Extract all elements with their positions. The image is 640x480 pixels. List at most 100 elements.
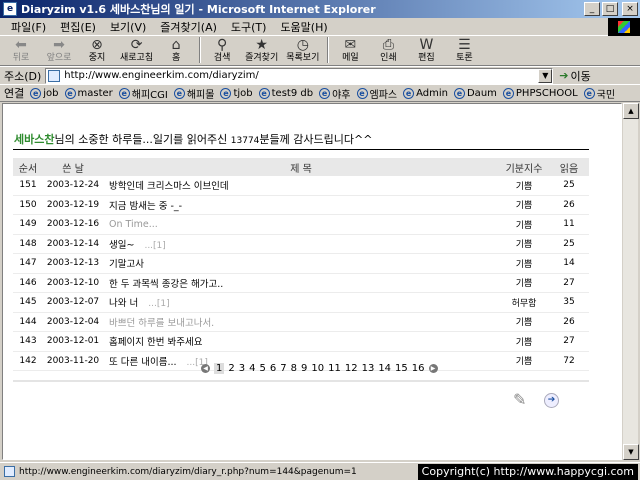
page-link[interactable]: 14 xyxy=(378,363,391,374)
window-titlebar[interactable]: e Diaryzim v1.6 세바스찬님의 일기 - Microsoft In… xyxy=(0,0,640,18)
next-page-icon[interactable]: ▶ xyxy=(428,364,438,373)
row-title-link[interactable]: 바쁘던 하루를 보내고나서. xyxy=(103,315,499,329)
row-read: 14 xyxy=(563,258,575,269)
refresh-button[interactable]: ⟳ 새로고침 xyxy=(120,37,153,64)
table-row[interactable]: 149 2003-12-16 On Time... 기쁨 11 xyxy=(13,215,589,235)
row-date: 2003-12-01 xyxy=(46,336,100,347)
row-date: 2003-12-14 xyxy=(46,238,100,249)
table-row[interactable]: 144 2003-12-04 바쁘던 하루를 보내고나서. 기쁨 26 xyxy=(13,313,589,332)
row-title-link[interactable]: On Time... xyxy=(103,219,499,230)
search-button[interactable]: ⚲ 검색 xyxy=(207,37,237,64)
link-item[interactable]: e test9 db xyxy=(258,87,313,99)
scroll-up-button[interactable]: ▲ xyxy=(623,103,639,119)
row-title-link[interactable]: 한 두 과목씩 종강은 해가고.. xyxy=(103,276,499,290)
row-title-link[interactable]: 홈페이지 한번 봐주세요 xyxy=(103,334,499,348)
edit-label: 편집 xyxy=(418,53,435,63)
table-row[interactable]: 143 2003-12-01 홈페이지 한번 봐주세요 기쁨 27 xyxy=(13,332,589,352)
ie-page-icon: e xyxy=(319,87,331,99)
page-icon xyxy=(4,466,15,477)
edit-button[interactable]: W 편집 xyxy=(411,37,441,64)
menu-favorites[interactable]: 즐겨찾기(A) xyxy=(153,19,224,35)
stop-label: 중지 xyxy=(88,53,106,63)
row-mood: 기쁨 xyxy=(515,259,533,270)
page-link[interactable]: 4 xyxy=(249,363,255,374)
write-pencil-icon[interactable]: ✎ xyxy=(513,390,529,410)
close-button[interactable]: × xyxy=(622,2,638,16)
search-icon: ⚲ xyxy=(216,37,228,53)
table-row[interactable]: 147 2003-12-13 기말고사 기쁨 14 xyxy=(13,254,589,274)
row-read: 27 xyxy=(563,336,575,347)
page-link[interactable]: 12 xyxy=(345,363,358,374)
favorites-button[interactable]: ★ 즐겨찾기 xyxy=(245,37,278,64)
table-row[interactable]: 150 2003-12-19 지금 밤새는 중 -_- 기쁨 26 xyxy=(13,196,589,215)
link-label: 국민 xyxy=(596,89,616,101)
go-button[interactable]: ➔ 이동 xyxy=(559,68,590,84)
menu-view[interactable]: 보기(V) xyxy=(103,19,153,35)
page-link[interactable]: 11 xyxy=(328,363,341,374)
link-label: 해피몰 xyxy=(186,89,215,101)
page-link[interactable]: 6 xyxy=(270,363,276,374)
table-row[interactable]: 151 2003-12-24 방학인데 크리스마스 이브인데 기쁨 25 xyxy=(13,176,589,196)
next-arrow-icon[interactable]: ➔ xyxy=(544,393,559,408)
row-title-link[interactable]: 나와 너 ...[1] xyxy=(103,295,499,309)
link-item[interactable]: e master xyxy=(64,87,113,99)
link-item[interactable]: e Admin xyxy=(403,87,448,99)
page-link[interactable]: 9 xyxy=(301,363,307,374)
link-label: master xyxy=(77,87,113,99)
page-link[interactable]: 10 xyxy=(311,363,324,374)
table-row[interactable]: 145 2003-12-07 나와 너 ...[1] 허무함 35 xyxy=(13,293,589,313)
page-link[interactable]: 5 xyxy=(260,363,266,374)
vertical-scrollbar[interactable]: ▲ ▼ xyxy=(622,103,639,460)
link-item[interactable]: e 해피CGI xyxy=(118,86,168,101)
page-link[interactable]: 13 xyxy=(362,363,375,374)
row-title-link[interactable]: 방학인데 크리스마스 이브인데 xyxy=(103,178,499,192)
divider xyxy=(13,380,589,382)
menu-tools[interactable]: 도구(T) xyxy=(224,19,274,35)
link-item[interactable]: e 야후 xyxy=(319,86,351,101)
page-link[interactable]: 1 xyxy=(214,363,225,374)
page-link[interactable]: 8 xyxy=(291,363,297,374)
back-button[interactable]: ⬅ 뒤로 xyxy=(6,37,36,64)
link-item[interactable]: e 엠파스 xyxy=(356,86,397,101)
discuss-button[interactable]: ☰ 토론 xyxy=(449,37,479,64)
history-button[interactable]: ◷ 목록보기 xyxy=(286,37,319,64)
link-item[interactable]: e job xyxy=(30,87,59,99)
link-label: job xyxy=(43,87,59,99)
row-title-link[interactable]: 지금 밤새는 중 -_- xyxy=(103,198,499,212)
page-link[interactable]: 15 xyxy=(395,363,408,374)
home-button[interactable]: ⌂ 홈 xyxy=(161,37,191,64)
stop-button[interactable]: ⊗ 중지 xyxy=(82,37,112,64)
address-input[interactable]: http://www.engineerkim.com/diaryzim/ ▼ xyxy=(45,67,554,84)
row-read: 72 xyxy=(563,355,575,366)
link-item[interactable]: e tjob xyxy=(220,87,253,99)
page-link[interactable]: 3 xyxy=(239,363,245,374)
link-item[interactable]: e 해피몰 xyxy=(173,86,215,101)
menu-file[interactable]: 파일(F) xyxy=(4,19,53,35)
minimize-button[interactable]: _ xyxy=(584,2,600,16)
scroll-down-button[interactable]: ▼ xyxy=(623,444,639,460)
prev-page-icon[interactable]: ◀ xyxy=(201,364,210,373)
maximize-button[interactable]: □ xyxy=(602,2,618,16)
row-num: 143 xyxy=(19,336,37,347)
link-item[interactable]: e PHPSCHOOL xyxy=(502,87,578,99)
link-item[interactable]: e 국민 xyxy=(583,86,616,101)
page-link[interactable]: 7 xyxy=(280,363,286,374)
forward-button[interactable]: ➡ 앞으로 xyxy=(44,37,74,64)
row-date: 2003-11-20 xyxy=(46,355,100,366)
row-mood: 기쁨 xyxy=(515,240,533,251)
table-row[interactable]: 148 2003-12-14 생일~ ...[1] 기쁨 25 xyxy=(13,235,589,254)
address-dropdown-button[interactable]: ▼ xyxy=(538,68,553,83)
menu-help[interactable]: 도움말(H) xyxy=(273,19,334,35)
mail-button[interactable]: ✉ 메일 xyxy=(335,37,365,64)
link-item[interactable]: e Daum xyxy=(453,87,497,99)
page-link[interactable]: 2 xyxy=(228,363,234,374)
link-label: 해피CGI xyxy=(131,89,168,101)
go-label: 이동 xyxy=(570,69,591,83)
row-title-link[interactable]: 기말고사 xyxy=(103,256,499,270)
menu-edit[interactable]: 편집(E) xyxy=(53,19,103,35)
page-link[interactable]: 16 xyxy=(412,363,425,374)
table-row[interactable]: 146 2003-12-10 한 두 과목씩 종강은 해가고.. 기쁨 27 xyxy=(13,274,589,293)
print-button[interactable]: ⎙ 인쇄 xyxy=(373,37,403,64)
back-arrow-icon: ⬅ xyxy=(15,37,27,53)
row-title-link[interactable]: 생일~ ...[1] xyxy=(103,237,499,251)
